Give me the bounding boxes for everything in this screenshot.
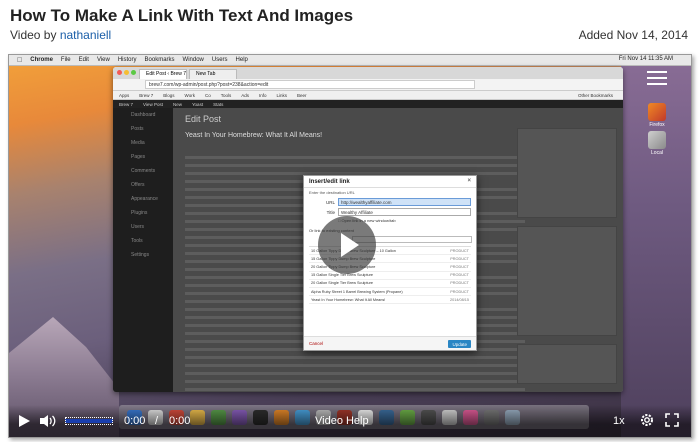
wp-bar-item: Brew 7 <box>119 101 134 107</box>
duration: 0:00 <box>169 415 191 427</box>
list-item: Alpha Ruby Street 1 Barrel Brewing Syste… <box>309 288 471 297</box>
current-time: 0:00 <box>124 415 146 427</box>
gear-icon[interactable] <box>639 412 655 428</box>
mac-menubar:  Chrome File Edit View History Bookmark… <box>9 55 691 66</box>
wp-sidebar-item: Users <box>131 224 145 230</box>
menubar-item: Edit <box>73 57 89 63</box>
tab-new: New Tab <box>189 69 237 79</box>
wp-admin-bar: Brew 7 View Post New Yoast Stats <box>113 100 623 108</box>
url-label: URL <box>325 199 335 205</box>
drive-icon <box>648 131 666 149</box>
video-title: How To Make A Link With Text And Images <box>10 6 354 25</box>
bookmark: Co <box>204 92 211 98</box>
dialog-header: Insert/edit link × <box>304 176 476 188</box>
zoom-dot-icon <box>131 70 136 75</box>
close-icon: × <box>467 178 471 184</box>
tab-edit-post: Edit Post ‹ Brew 7 — Word <box>139 69 187 79</box>
wp-page-heading: Edit Post <box>185 114 222 124</box>
list-item: Yeast In Your Homebrew: What It All Mean… <box>309 296 471 305</box>
menubar-app: Chrome <box>25 57 53 63</box>
volume-icon[interactable] <box>39 414 57 428</box>
wp-bar-item: Yoast <box>191 101 204 107</box>
bookmark: Other Bookmarks <box>577 92 613 98</box>
menubar-item: View <box>91 57 110 63</box>
list-item: 20 Gallon Single Tier Brew Sculpture PROD… <box>309 280 471 288</box>
video-byline: Video by nathaniell <box>10 28 111 42</box>
bookmark: Info <box>259 92 267 98</box>
cancel-link: Cancel <box>309 341 324 346</box>
wp-sidebar-item: Plugins <box>131 210 148 216</box>
title-label: Title <box>326 209 335 215</box>
menubar-item: History <box>112 57 137 63</box>
bookmarks-bar: Apps Brew 7 Blogs Work Co Tools Ads Info… <box>113 91 623 100</box>
player-controls: 0:00 / 0:00 Video Help 1x <box>9 405 691 437</box>
minimize-dot-icon <box>124 70 129 75</box>
desktop-icon-local: Local <box>637 131 677 156</box>
desktop-icon-label: Firefox <box>649 122 665 128</box>
bookmark: Links <box>276 92 288 98</box>
tags-box <box>517 344 617 384</box>
dialog-title: Insert/edit link <box>309 179 350 185</box>
byline-prefix: Video by <box>10 28 57 42</box>
bookmark: Work <box>184 92 195 98</box>
bookmark: Beer <box>297 92 307 98</box>
menu-icon[interactable] <box>647 71 667 89</box>
play-button[interactable] <box>17 413 31 429</box>
author-link[interactable]: nathaniell <box>60 28 111 42</box>
wp-sidebar-item: Settings <box>131 252 150 258</box>
title-input: Wealthy Affiliate <box>338 208 471 216</box>
video-player[interactable]:  Chrome File Edit View History Bookmark… <box>8 54 692 438</box>
bookmark: Ads <box>241 92 250 98</box>
video-help-link[interactable]: Video Help <box>315 415 369 427</box>
menubar-item: Bookmarks <box>139 57 175 63</box>
update-button: Update <box>448 340 471 348</box>
wp-sidebar-item: Offers <box>131 182 145 188</box>
desktop-icon-label: Local <box>651 150 663 156</box>
url-input: http://wealthyaffiliate.com <box>338 198 471 206</box>
firefox-icon <box>648 103 666 121</box>
wp-bar-item: View Post <box>143 101 163 107</box>
dialog-instructions: Enter the destination URL <box>309 190 355 195</box>
menubar-clock: Fri Nov 14 11:35 AM <box>618 56 673 62</box>
wp-bar-item: New <box>172 101 182 107</box>
wp-bar-item: Stats <box>213 101 224 107</box>
window-controls <box>117 70 136 75</box>
list-item: 15 Gallon Single Tier Brew Sculpture PROD… <box>309 272 471 280</box>
wp-sidebar-item: Media <box>131 140 145 146</box>
tab-strip: Edit Post ‹ Brew 7 — Word New Tab <box>113 67 623 79</box>
wp-sidebar: Dashboard Posts Media Pages Comments Off… <box>113 108 173 392</box>
wp-sidebar-item: Pages <box>131 154 146 160</box>
time-separator: / <box>155 415 159 427</box>
bookmark: Tools <box>220 92 232 98</box>
categories-box <box>517 226 617 336</box>
play-overlay-button[interactable] <box>318 216 376 274</box>
wp-sidebar-item: Dashboard <box>131 112 156 118</box>
bookmark: Brew 7 <box>139 92 154 98</box>
url-row: URL http://wealthyaffiliate.com <box>304 197 476 207</box>
dialog-footer: Cancel Update <box>304 336 476 350</box>
address-bar: brew7.com/wp-admin/post.php?post=238&act… <box>113 79 623 91</box>
menubar-item: Window <box>177 57 204 63</box>
url-field: brew7.com/wp-admin/post.php?post=238&act… <box>145 80 475 89</box>
bookmark: Apps <box>119 92 130 98</box>
fullscreen-icon[interactable] <box>665 413 679 427</box>
speed-button[interactable]: 1x <box>613 415 625 427</box>
added-date: Added Nov 14, 2014 <box>578 28 688 42</box>
wp-sidebar-item: Tools <box>131 238 143 244</box>
title-row: Title Wealthy Affiliate <box>304 207 476 217</box>
menubar-item: File <box>55 57 71 63</box>
wp-sidebar-item: Comments <box>131 168 156 174</box>
wp-sidebar-item: Appearance <box>131 196 158 202</box>
progress-focus <box>65 417 113 425</box>
desktop-icon-firefox: Firefox <box>637 103 677 128</box>
apple-icon:  <box>17 57 22 64</box>
publish-box <box>517 128 617 218</box>
bookmark: Blogs <box>163 92 175 98</box>
wp-sidebar-item: Posts <box>131 126 144 132</box>
menubar-item: Users <box>206 57 228 63</box>
menubar-item: Help <box>230 57 248 63</box>
close-dot-icon <box>117 70 122 75</box>
